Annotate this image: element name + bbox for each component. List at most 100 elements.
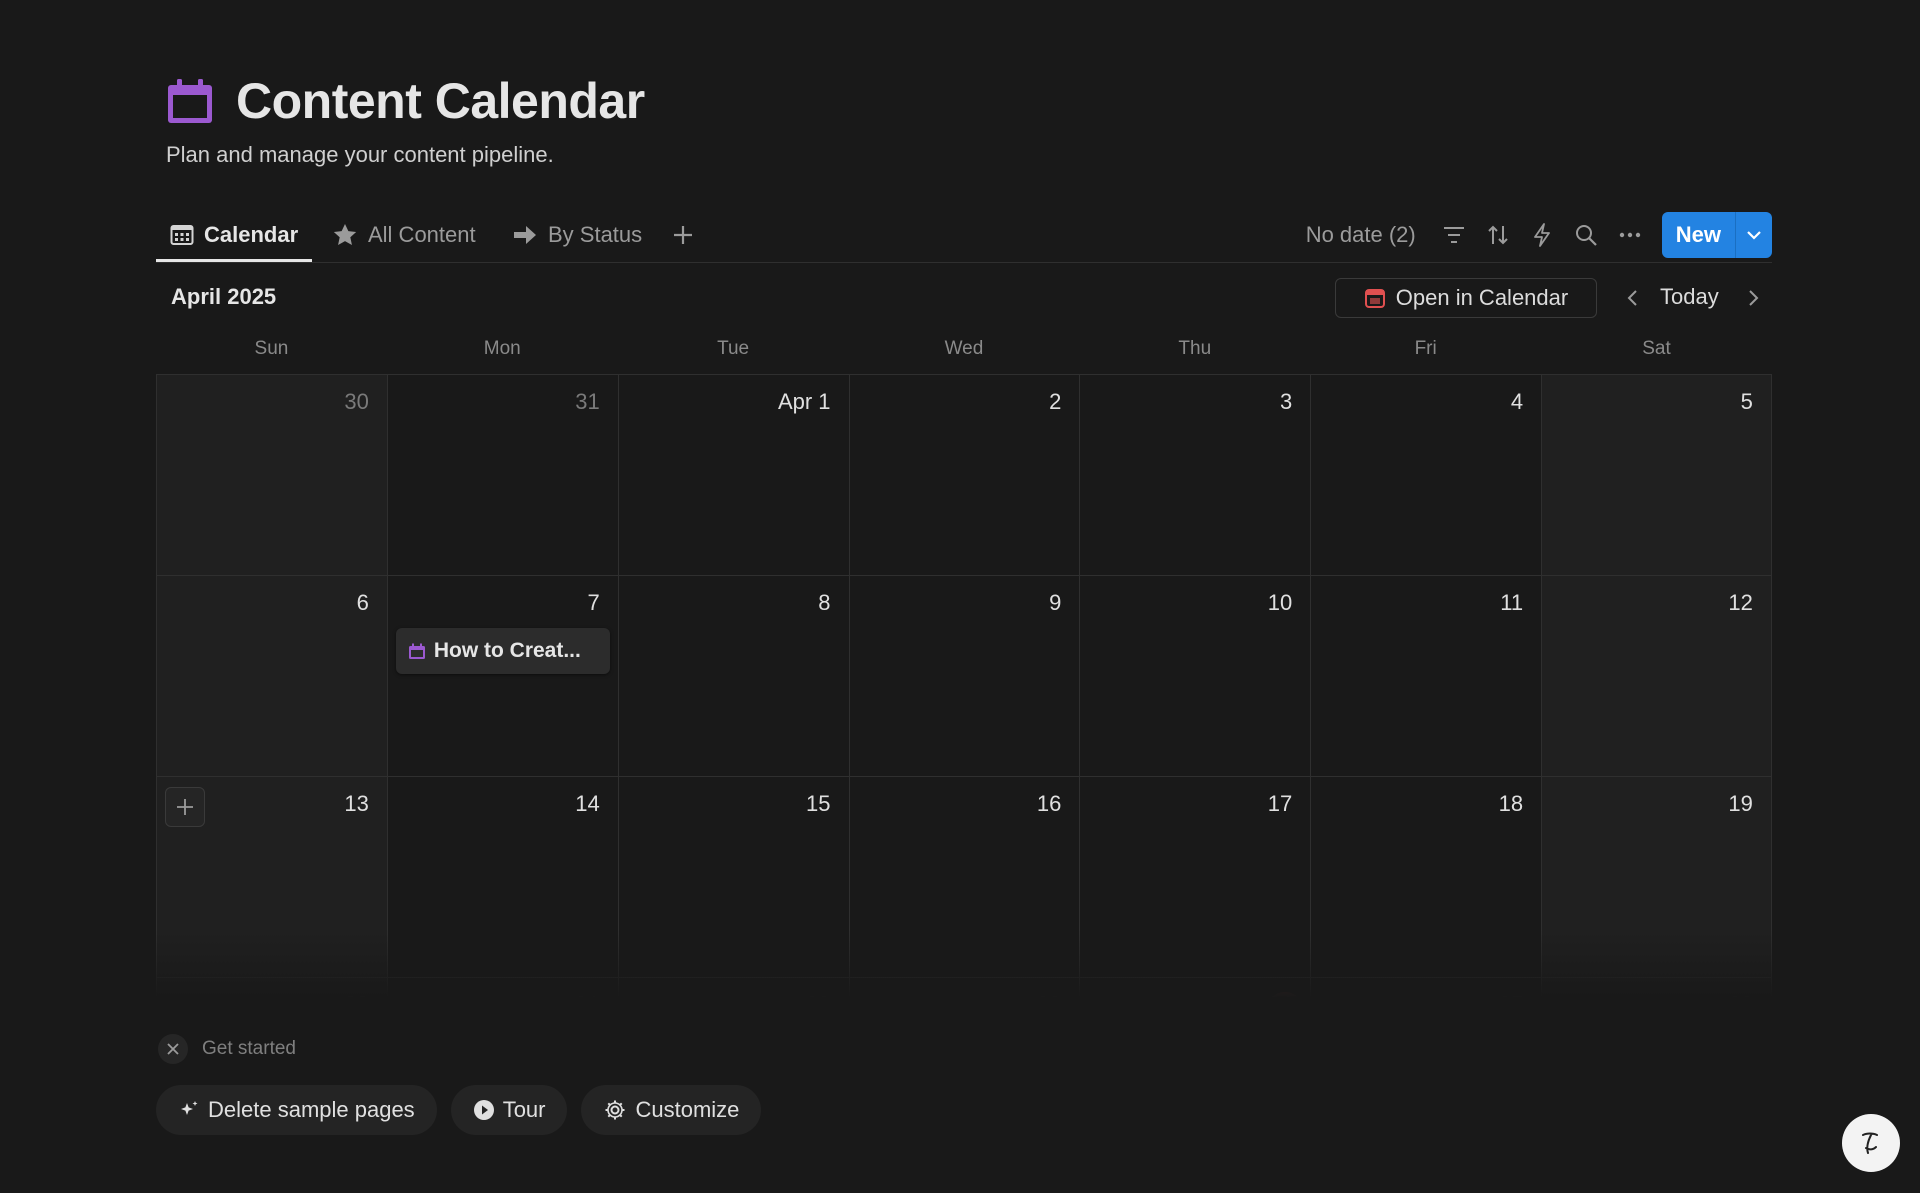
add-event-button[interactable]: [165, 787, 205, 827]
button-label: Customize: [635, 1097, 740, 1122]
help-button[interactable]: [1842, 1114, 1900, 1172]
help-icon: [1862, 1132, 1878, 1154]
next-month-button[interactable]: [1738, 282, 1770, 314]
tour-button[interactable]: Tour: [450, 1085, 568, 1135]
weekday-label: Thu: [1178, 338, 1212, 359]
get-started-bar: Get started: [158, 1034, 296, 1064]
day-number: 17: [1267, 791, 1293, 816]
month-label: April 2025: [171, 284, 277, 309]
button-label: Tour: [502, 1097, 546, 1122]
calendar-day-cell[interactable]: 7 How to Creat...: [386, 576, 618, 776]
tab-all-content[interactable]: All Content: [332, 210, 476, 260]
day-number: 7: [587, 590, 600, 615]
calendar-day-cell[interactable]: 6: [156, 576, 387, 776]
calendar-day-cell[interactable]: 8: [617, 576, 849, 776]
calendar-grid: 30 31 Apr 1 2 3 4 5 6 7 How to Creat... …: [156, 374, 1772, 1015]
day-number: 11: [1500, 590, 1524, 615]
calendar-day-cell[interactable]: 2: [848, 375, 1080, 575]
title-row: Content Calendar: [166, 72, 645, 130]
day-number: 8: [818, 590, 831, 615]
day-number: 18: [1498, 791, 1524, 816]
search-icon[interactable]: [1564, 213, 1608, 257]
calendar-day-cell[interactable]: 4: [1310, 375, 1541, 575]
calendar-day-cell[interactable]: 12: [1541, 576, 1772, 776]
tab-label: By Status: [548, 222, 643, 247]
add-view-button[interactable]: [672, 210, 704, 260]
view-toolbar: No date (2) New: [1306, 210, 1772, 260]
tab-calendar[interactable]: Calendar: [156, 210, 313, 262]
day-number: 13: [344, 791, 369, 816]
day-number: 5: [1740, 389, 1753, 414]
get-started-label: Get started: [202, 1038, 296, 1059]
day-number: 6: [356, 590, 369, 615]
weekday-header: Sun Mon Tue Wed Thu Fri Sat: [156, 338, 1772, 360]
automation-icon[interactable]: [1520, 213, 1564, 257]
calendar-app-icon: [1364, 289, 1385, 308]
calendar-day-cell[interactable]: 5: [1541, 375, 1772, 575]
view-tabs: Calendar All Content By Status No date (…: [156, 210, 1772, 263]
tab-label: All Content: [368, 222, 476, 247]
tab-label: Calendar: [204, 222, 299, 247]
new-button-group: New: [1661, 212, 1772, 258]
calendar-week-row: 6 7 How to Creat... 8 9 10 11 12: [156, 576, 1772, 777]
weekday-label: Fri: [1414, 338, 1437, 359]
customize-button[interactable]: Customize: [581, 1085, 762, 1135]
day-number: 3: [1279, 389, 1293, 414]
day-number: 19: [1728, 791, 1753, 816]
play-icon: [473, 1100, 494, 1120]
weekday-label: Wed: [944, 338, 984, 359]
tab-by-status[interactable]: By Status: [512, 210, 642, 260]
new-dropdown-button[interactable]: [1735, 212, 1772, 258]
new-button[interactable]: New: [1661, 212, 1735, 258]
day-number: 14: [575, 791, 600, 816]
calendar-icon[interactable]: [166, 77, 214, 125]
chevron-down-icon: [1747, 231, 1761, 240]
more-options-icon[interactable]: [1608, 213, 1652, 257]
arrow-right-icon: [512, 223, 538, 247]
calendar-day-cell[interactable]: 3: [1079, 375, 1310, 575]
no-date-button[interactable]: No date (2): [1306, 222, 1416, 248]
calendar-week-row: 30 31 Apr 1 2 3 4 5: [156, 375, 1772, 576]
weekday-label: Sat: [1642, 338, 1671, 359]
calendar-day-cell[interactable]: 9: [848, 576, 1080, 776]
day-number: 2: [1049, 389, 1062, 414]
button-label: Delete sample pages: [208, 1097, 415, 1122]
open-in-calendar-button[interactable]: Open in Calendar: [1335, 278, 1597, 318]
page-description[interactable]: Plan and manage your content pipeline.: [166, 142, 554, 168]
calendar-day-cell[interactable]: 11: [1310, 576, 1541, 776]
calendar-grid-icon: [170, 224, 194, 246]
calendar-day-cell[interactable]: 30: [156, 375, 387, 575]
plus-icon: [672, 224, 694, 246]
calendar-day-cell[interactable]: 31: [386, 375, 618, 575]
day-number: 31: [575, 389, 600, 414]
calendar-day-cell[interactable]: Apr 1: [617, 375, 849, 575]
chevron-left-icon: [1627, 290, 1637, 306]
sort-icon[interactable]: [1476, 213, 1520, 257]
weekday-label: Mon: [483, 338, 521, 359]
day-number: 30: [344, 389, 369, 414]
previous-month-button[interactable]: [1616, 282, 1648, 314]
filter-icon[interactable]: [1432, 213, 1476, 257]
page-title[interactable]: Content Calendar: [236, 72, 645, 130]
day-number: 12: [1728, 590, 1753, 615]
get-started-actions: Delete sample pages Tour Customize: [156, 1085, 775, 1135]
day-number: 15: [806, 791, 831, 816]
chevron-right-icon: [1749, 290, 1759, 306]
star-icon: [332, 222, 358, 248]
delete-sample-pages-button[interactable]: Delete sample pages: [156, 1085, 437, 1135]
day-number: 16: [1036, 791, 1062, 816]
weekday-label: Sun: [254, 338, 289, 359]
day-number: 9: [1049, 590, 1062, 615]
event-title: How to Creat...: [433, 639, 581, 662]
day-number: Apr 1: [777, 389, 831, 414]
calendar-day-cell[interactable]: 10: [1079, 576, 1310, 776]
plus-icon: [177, 799, 193, 815]
gear-icon: [605, 1100, 625, 1120]
scroll-fade-overlay: [156, 930, 1772, 1020]
sparkle-icon: [181, 1101, 198, 1115]
open-in-calendar-label: Open in Calendar: [1395, 285, 1569, 310]
close-get-started-button[interactable]: [158, 1034, 188, 1064]
today-button[interactable]: Today: [1660, 284, 1719, 310]
calendar-event-card[interactable]: How to Creat...: [395, 628, 610, 674]
close-icon: [167, 1043, 179, 1055]
